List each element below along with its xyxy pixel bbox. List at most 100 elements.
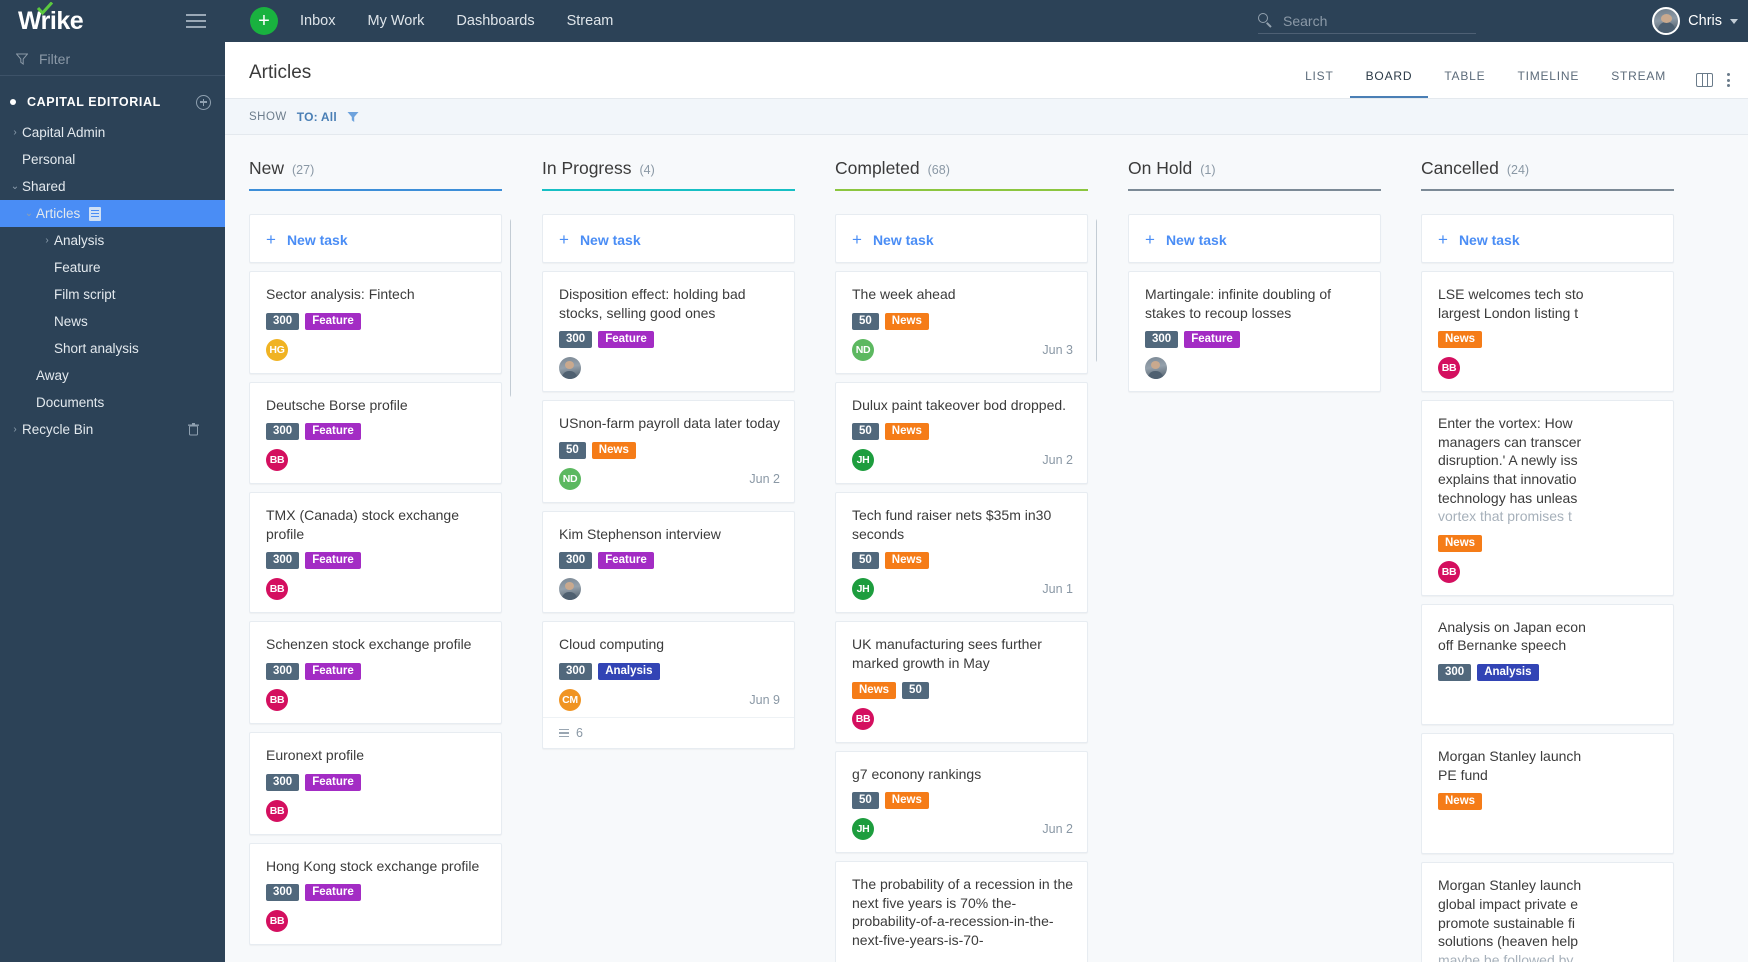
assignee-avatar[interactable]: ND bbox=[852, 338, 874, 361]
user-name: Chris bbox=[1688, 13, 1722, 29]
board-view-icon[interactable] bbox=[1696, 73, 1713, 87]
new-task-button[interactable]: + New task bbox=[266, 228, 487, 250]
assignee-avatar[interactable]: BB bbox=[266, 910, 288, 933]
new-task-card[interactable]: + New task bbox=[1128, 214, 1381, 263]
search-input[interactable] bbox=[1283, 12, 1463, 29]
assignee-avatar[interactable]: BB bbox=[852, 707, 874, 730]
app-logo[interactable]: Wrike bbox=[0, 0, 172, 42]
assignee-avatar[interactable]: JH bbox=[852, 578, 874, 601]
sidebar-item-label: Documents bbox=[36, 395, 105, 410]
assignee-avatar[interactable]: BB bbox=[266, 578, 288, 601]
nav-item-stream[interactable]: Stream bbox=[567, 13, 614, 29]
new-task-button[interactable]: + New task bbox=[1438, 228, 1659, 250]
new-task-button[interactable]: + New task bbox=[559, 228, 780, 250]
task-card[interactable]: Deutsche Borse profile 300 Feature BB bbox=[249, 381, 502, 485]
task-footer: HG bbox=[266, 338, 487, 361]
new-task-card[interactable]: + New task bbox=[542, 214, 795, 263]
new-task-card[interactable]: + New task bbox=[1421, 214, 1674, 263]
task-card[interactable]: The probability of a recession in the ne… bbox=[835, 861, 1088, 962]
task-card[interactable]: Hong Kong stock exchange profile 300 Featu… bbox=[249, 842, 502, 946]
column-scrollbar[interactable] bbox=[1096, 218, 1097, 363]
tab-stream[interactable]: STREAM bbox=[1595, 69, 1682, 98]
tag-num: 300 bbox=[266, 552, 300, 570]
task-card[interactable]: Disposition effect: holding bad stocks, … bbox=[542, 271, 795, 393]
task-card[interactable]: Enter the vortex: How managers can trans… bbox=[1421, 400, 1674, 596]
sidebar-item-news[interactable]: News bbox=[0, 308, 225, 335]
sidebar-item-analysis[interactable]: › Analysis bbox=[0, 227, 225, 254]
task-card[interactable]: TMX (Canada) stock exchange profile 300 Fe… bbox=[249, 492, 502, 614]
task-card[interactable]: USnon-farm payroll data later today 50 New… bbox=[542, 400, 795, 503]
column-scrollbar[interactable] bbox=[510, 218, 511, 398]
task-card[interactable]: Tech fund raiser nets $35m in30 seconds 5… bbox=[835, 492, 1088, 614]
sidebar-item-film-script[interactable]: Film script bbox=[0, 281, 225, 308]
task-card[interactable]: Schenzen stock exchange profile 300 Featur… bbox=[249, 621, 502, 725]
sidebar-item-feature[interactable]: Feature bbox=[0, 254, 225, 281]
tab-timeline[interactable]: TIMELINE bbox=[1501, 69, 1595, 98]
assignee-avatar[interactable]: BB bbox=[1438, 560, 1460, 583]
plus-icon: + bbox=[1145, 230, 1155, 249]
assignee-avatar[interactable]: JH bbox=[852, 818, 874, 841]
sidebar-item-short-analysis[interactable]: Short analysis bbox=[0, 335, 225, 362]
page-header: Articles LIST BOARD TABLE TIMELINE STREAM bbox=[225, 42, 1748, 99]
funnel-icon[interactable] bbox=[347, 111, 359, 123]
task-card[interactable]: g7 econony rankings 50 News JH Jun 2 bbox=[835, 750, 1088, 854]
tab-list[interactable]: LIST bbox=[1289, 69, 1350, 98]
assignee-avatar[interactable] bbox=[559, 357, 581, 380]
sidebar-item-shared[interactable]: ⌄ Shared bbox=[0, 173, 225, 200]
sidebar-item-recycle-bin[interactable]: › Recycle Bin bbox=[0, 416, 225, 443]
new-task-button[interactable]: + New task bbox=[1145, 228, 1366, 250]
task-card[interactable]: Euronext profile 300 Feature BB bbox=[249, 732, 502, 835]
trash-icon[interactable] bbox=[188, 423, 199, 436]
assignee-avatar[interactable]: ND bbox=[559, 467, 581, 490]
space-dot-icon bbox=[10, 99, 16, 105]
show-filter-value[interactable]: TO: All bbox=[297, 110, 337, 124]
task-card[interactable]: Cloud computing 300 Analysis CM Jun 9 6 bbox=[542, 621, 795, 750]
assignee-avatar[interactable] bbox=[559, 578, 581, 601]
task-card[interactable]: Analysis on Japan econ off Bernanke speec… bbox=[1421, 603, 1674, 726]
assignee-avatar[interactable]: CM bbox=[559, 689, 581, 712]
task-card[interactable]: Kim Stephenson interview 300 Feature bbox=[542, 510, 795, 614]
sidebar-item-away[interactable]: Away bbox=[0, 362, 225, 389]
create-button[interactable]: + bbox=[250, 7, 278, 35]
task-card[interactable]: Sector analysis: Fintech 300 Feature HG bbox=[249, 271, 502, 374]
sidebar-item-articles[interactable]: ⌄ Articles bbox=[0, 200, 225, 227]
assignee-avatar[interactable]: BB bbox=[1438, 357, 1460, 380]
subtask-count-row[interactable]: 6 bbox=[543, 717, 794, 748]
search-box[interactable] bbox=[1258, 8, 1476, 34]
task-title: Euronext profile bbox=[266, 747, 365, 764]
task-card[interactable]: UK manufacturing sees further marked gro… bbox=[835, 621, 1088, 743]
user-menu[interactable]: Chris bbox=[1652, 7, 1738, 35]
task-card[interactable]: The week ahead 50 News ND Jun 3 bbox=[835, 271, 1088, 374]
new-task-button[interactable]: + New task bbox=[852, 228, 1073, 250]
sidebar-item-capital-admin[interactable]: › Capital Admin bbox=[0, 119, 225, 146]
more-options-icon[interactable] bbox=[1727, 73, 1730, 87]
due-date: Jun 9 bbox=[749, 693, 780, 708]
new-task-card[interactable]: + New task bbox=[835, 214, 1088, 263]
task-card[interactable]: Martingale: infinite doubling of stakes … bbox=[1128, 271, 1381, 393]
sidebar-item-documents[interactable]: Documents bbox=[0, 389, 225, 416]
assignee-avatar[interactable]: HG bbox=[266, 338, 288, 361]
assignee-avatar[interactable]: BB bbox=[266, 689, 288, 712]
tab-board[interactable]: BOARD bbox=[1349, 69, 1429, 98]
sidebar-filter[interactable]: Filter bbox=[0, 42, 225, 76]
task-card[interactable]: Morgan Stanley launch global impact priva… bbox=[1421, 862, 1674, 962]
assignee-avatar[interactable]: BB bbox=[266, 799, 288, 822]
task-card[interactable]: LSE welcomes tech sto largest London list… bbox=[1421, 271, 1674, 393]
tag-num: 300 bbox=[559, 552, 593, 570]
task-footer bbox=[559, 357, 780, 380]
task-card[interactable]: Morgan Stanley launch PE fund News bbox=[1421, 733, 1674, 855]
new-task-card[interactable]: + New task bbox=[249, 214, 502, 263]
sidebar-item-personal[interactable]: Personal bbox=[0, 146, 225, 173]
assignee-avatar[interactable]: JH bbox=[852, 449, 874, 472]
assignee-avatar[interactable]: BB bbox=[266, 449, 288, 472]
nav-item-inbox[interactable]: Inbox bbox=[300, 13, 335, 29]
task-footer: JH Jun 2 bbox=[852, 818, 1073, 841]
task-card[interactable]: Dulux paint takeover bod dropped. 50 News J… bbox=[835, 381, 1088, 485]
nav-item-my-work[interactable]: My Work bbox=[367, 13, 424, 29]
add-folder-button[interactable] bbox=[196, 94, 211, 110]
hamburger-icon[interactable] bbox=[186, 14, 206, 28]
tab-table[interactable]: TABLE bbox=[1428, 69, 1501, 98]
column-header: On Hold (1) bbox=[1128, 136, 1381, 189]
assignee-avatar[interactable] bbox=[1145, 357, 1167, 380]
nav-item-dashboards[interactable]: Dashboards bbox=[456, 13, 534, 29]
